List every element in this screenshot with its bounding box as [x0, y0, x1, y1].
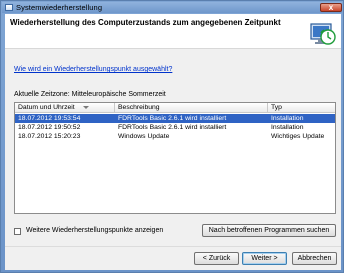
table-header: Datum und Uhrzeit Beschreibung Typ: [15, 103, 335, 113]
table-row[interactable]: 18.07.2012 15:20:23 Windows Update Wicht…: [15, 132, 335, 141]
system-restore-icon: [310, 23, 336, 45]
page-title: Wiederherstellung des Computerzustands z…: [10, 18, 281, 27]
cell-description: FDRTools Basic 2.6.1 wird installiert: [118, 124, 227, 131]
column-header-type[interactable]: Typ: [268, 103, 335, 113]
column-header-description[interactable]: Beschreibung: [115, 103, 268, 113]
restore-point-help-link[interactable]: Wie wird ein Wiederherstellungspunkt aus…: [14, 66, 172, 73]
sort-desc-icon: [83, 106, 89, 109]
dialog-body: Wiederherstellung des Computerzustands z…: [5, 14, 341, 270]
scan-affected-programs-button[interactable]: Nach betroffenen Programmen suchen: [202, 224, 336, 237]
cell-type: Installation: [271, 124, 304, 131]
column-header-date[interactable]: Datum und Uhrzeit: [15, 103, 115, 113]
cancel-button[interactable]: Abbrechen: [292, 252, 337, 265]
system-restore-window: Systemwiederherstellung x Wiederherstell…: [0, 0, 344, 273]
cell-description: FDRTools Basic 2.6.1 wird installiert: [118, 115, 227, 122]
show-more-checkbox-label[interactable]: Weitere Wiederherstellungspunkte anzeige…: [26, 227, 163, 234]
timezone-label: Aktuelle Zeitzone: Mitteleuropäische Som…: [14, 91, 166, 98]
cell-date: 18.07.2012 15:20:23: [18, 133, 81, 140]
cell-date: 18.07.2012 19:53:54: [18, 115, 81, 122]
table-row[interactable]: 18.07.2012 19:50:52 FDRTools Basic 2.6.1…: [15, 123, 335, 132]
window-title: Systemwiederherstellung: [16, 3, 103, 12]
cell-date: 18.07.2012 19:50:52: [18, 124, 81, 131]
table-row[interactable]: 18.07.2012 19:53:54 FDRTools Basic 2.6.1…: [15, 114, 335, 123]
close-button[interactable]: x: [320, 3, 342, 12]
next-button[interactable]: Weiter >: [242, 252, 287, 265]
cell-type: Installation: [271, 115, 304, 122]
cell-description: Windows Update: [118, 133, 170, 140]
cell-type: Wichtiges Update: [271, 133, 325, 140]
title-bar[interactable]: Systemwiederherstellung x: [2, 2, 342, 13]
restore-points-table[interactable]: Datum und Uhrzeit Beschreibung Typ 18.07…: [14, 102, 336, 214]
window-icon: [5, 4, 13, 11]
show-more-checkbox[interactable]: [14, 228, 21, 235]
dialog-header: Wiederherstellung des Computerzustands z…: [5, 14, 341, 49]
back-button[interactable]: < Zurück: [194, 252, 239, 265]
footer-divider: [5, 246, 341, 247]
